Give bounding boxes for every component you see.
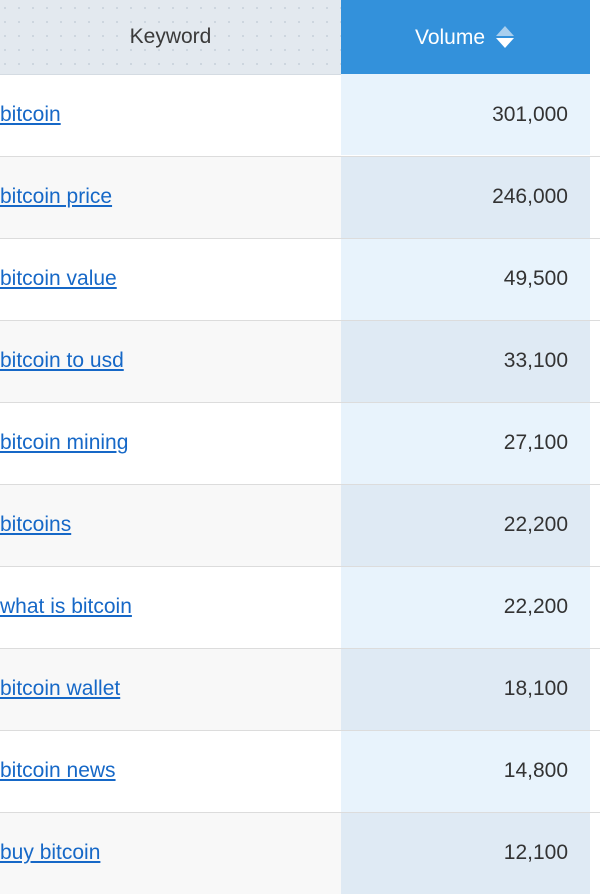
cell-volume: 22,200 bbox=[341, 566, 600, 649]
cell-volume: 301,000 bbox=[341, 74, 600, 157]
volume-value: 49,500 bbox=[341, 238, 590, 320]
cell-keyword: bitcoin news bbox=[0, 730, 341, 813]
keyword-link[interactable]: bitcoin bbox=[0, 103, 61, 126]
cell-keyword: bitcoin mining bbox=[0, 402, 341, 485]
volume-value: 22,200 bbox=[341, 566, 590, 648]
sort-ascending-arrow-icon bbox=[496, 26, 515, 36]
table-row: bitcoin value 49,500 bbox=[0, 238, 600, 321]
table-row: bitcoins 22,200 bbox=[0, 484, 600, 567]
column-header-volume[interactable]: Volume bbox=[341, 0, 600, 74]
column-header-volume-inner: Volume bbox=[341, 0, 590, 74]
cell-keyword: buy bitcoin bbox=[0, 812, 341, 894]
volume-value: 22,200 bbox=[341, 484, 590, 566]
table-header: Keyword Volume bbox=[0, 0, 600, 75]
cell-keyword: bitcoin to usd bbox=[0, 320, 341, 403]
keyword-link[interactable]: what is bitcoin bbox=[0, 595, 132, 618]
cell-keyword: what is bitcoin bbox=[0, 566, 341, 649]
cell-volume: 14,800 bbox=[341, 730, 600, 813]
table-row: bitcoin mining 27,100 bbox=[0, 402, 600, 485]
table-row: bitcoin news 14,800 bbox=[0, 730, 600, 813]
keyword-volume-table: Keyword Volume bitcoin 301,000 bitcoin pri… bbox=[0, 0, 600, 894]
cell-keyword: bitcoins bbox=[0, 484, 341, 567]
cell-volume: 18,100 bbox=[341, 648, 600, 731]
table-row: bitcoin 301,000 bbox=[0, 74, 600, 157]
sort-descending-arrow-icon bbox=[496, 38, 515, 48]
cell-keyword: bitcoin bbox=[0, 74, 341, 157]
cell-keyword: bitcoin wallet bbox=[0, 648, 341, 731]
volume-value: 12,100 bbox=[341, 812, 590, 894]
table-header-row: Keyword Volume bbox=[0, 0, 600, 75]
keyword-link[interactable]: bitcoins bbox=[0, 513, 71, 536]
cell-volume: 49,500 bbox=[341, 238, 600, 321]
volume-value: 27,100 bbox=[341, 402, 590, 484]
column-header-keyword[interactable]: Keyword bbox=[0, 0, 341, 75]
column-header-volume-label: Volume bbox=[414, 25, 486, 49]
volume-value: 246,000 bbox=[341, 156, 590, 238]
keyword-link[interactable]: bitcoin to usd bbox=[0, 349, 124, 372]
table-row: bitcoin wallet 18,100 bbox=[0, 648, 600, 731]
sort-toggle-icon[interactable] bbox=[496, 23, 515, 51]
table-row: what is bitcoin 22,200 bbox=[0, 566, 600, 649]
volume-value: 14,800 bbox=[341, 730, 590, 812]
volume-value: 33,100 bbox=[341, 320, 590, 402]
volume-value: 18,100 bbox=[341, 648, 590, 730]
cell-volume: 12,100 bbox=[341, 812, 600, 894]
keyword-link[interactable]: bitcoin price bbox=[0, 185, 112, 208]
cell-keyword: bitcoin value bbox=[0, 238, 341, 321]
table-row: bitcoin to usd 33,100 bbox=[0, 320, 600, 403]
keyword-link[interactable]: buy bitcoin bbox=[0, 841, 100, 864]
cell-volume: 246,000 bbox=[341, 156, 600, 239]
table-row: bitcoin price 246,000 bbox=[0, 156, 600, 239]
volume-value: 301,000 bbox=[341, 74, 590, 156]
cell-volume: 33,100 bbox=[341, 320, 600, 403]
cell-volume: 22,200 bbox=[341, 484, 600, 567]
column-header-keyword-label: Keyword bbox=[129, 24, 212, 48]
table-body: bitcoin 301,000 bitcoin price 246,000 bitcoi… bbox=[0, 74, 600, 894]
table-row: buy bitcoin 12,100 bbox=[0, 812, 600, 894]
keyword-link[interactable]: bitcoin value bbox=[0, 267, 117, 290]
cell-keyword: bitcoin price bbox=[0, 156, 341, 239]
keyword-link[interactable]: bitcoin wallet bbox=[0, 677, 120, 700]
keyword-link[interactable]: bitcoin news bbox=[0, 759, 116, 782]
keyword-volume-table-container: Keyword Volume bitcoin 301,000 bitcoin pri… bbox=[0, 0, 600, 894]
keyword-link[interactable]: bitcoin mining bbox=[0, 431, 128, 454]
cell-volume: 27,100 bbox=[341, 402, 600, 485]
